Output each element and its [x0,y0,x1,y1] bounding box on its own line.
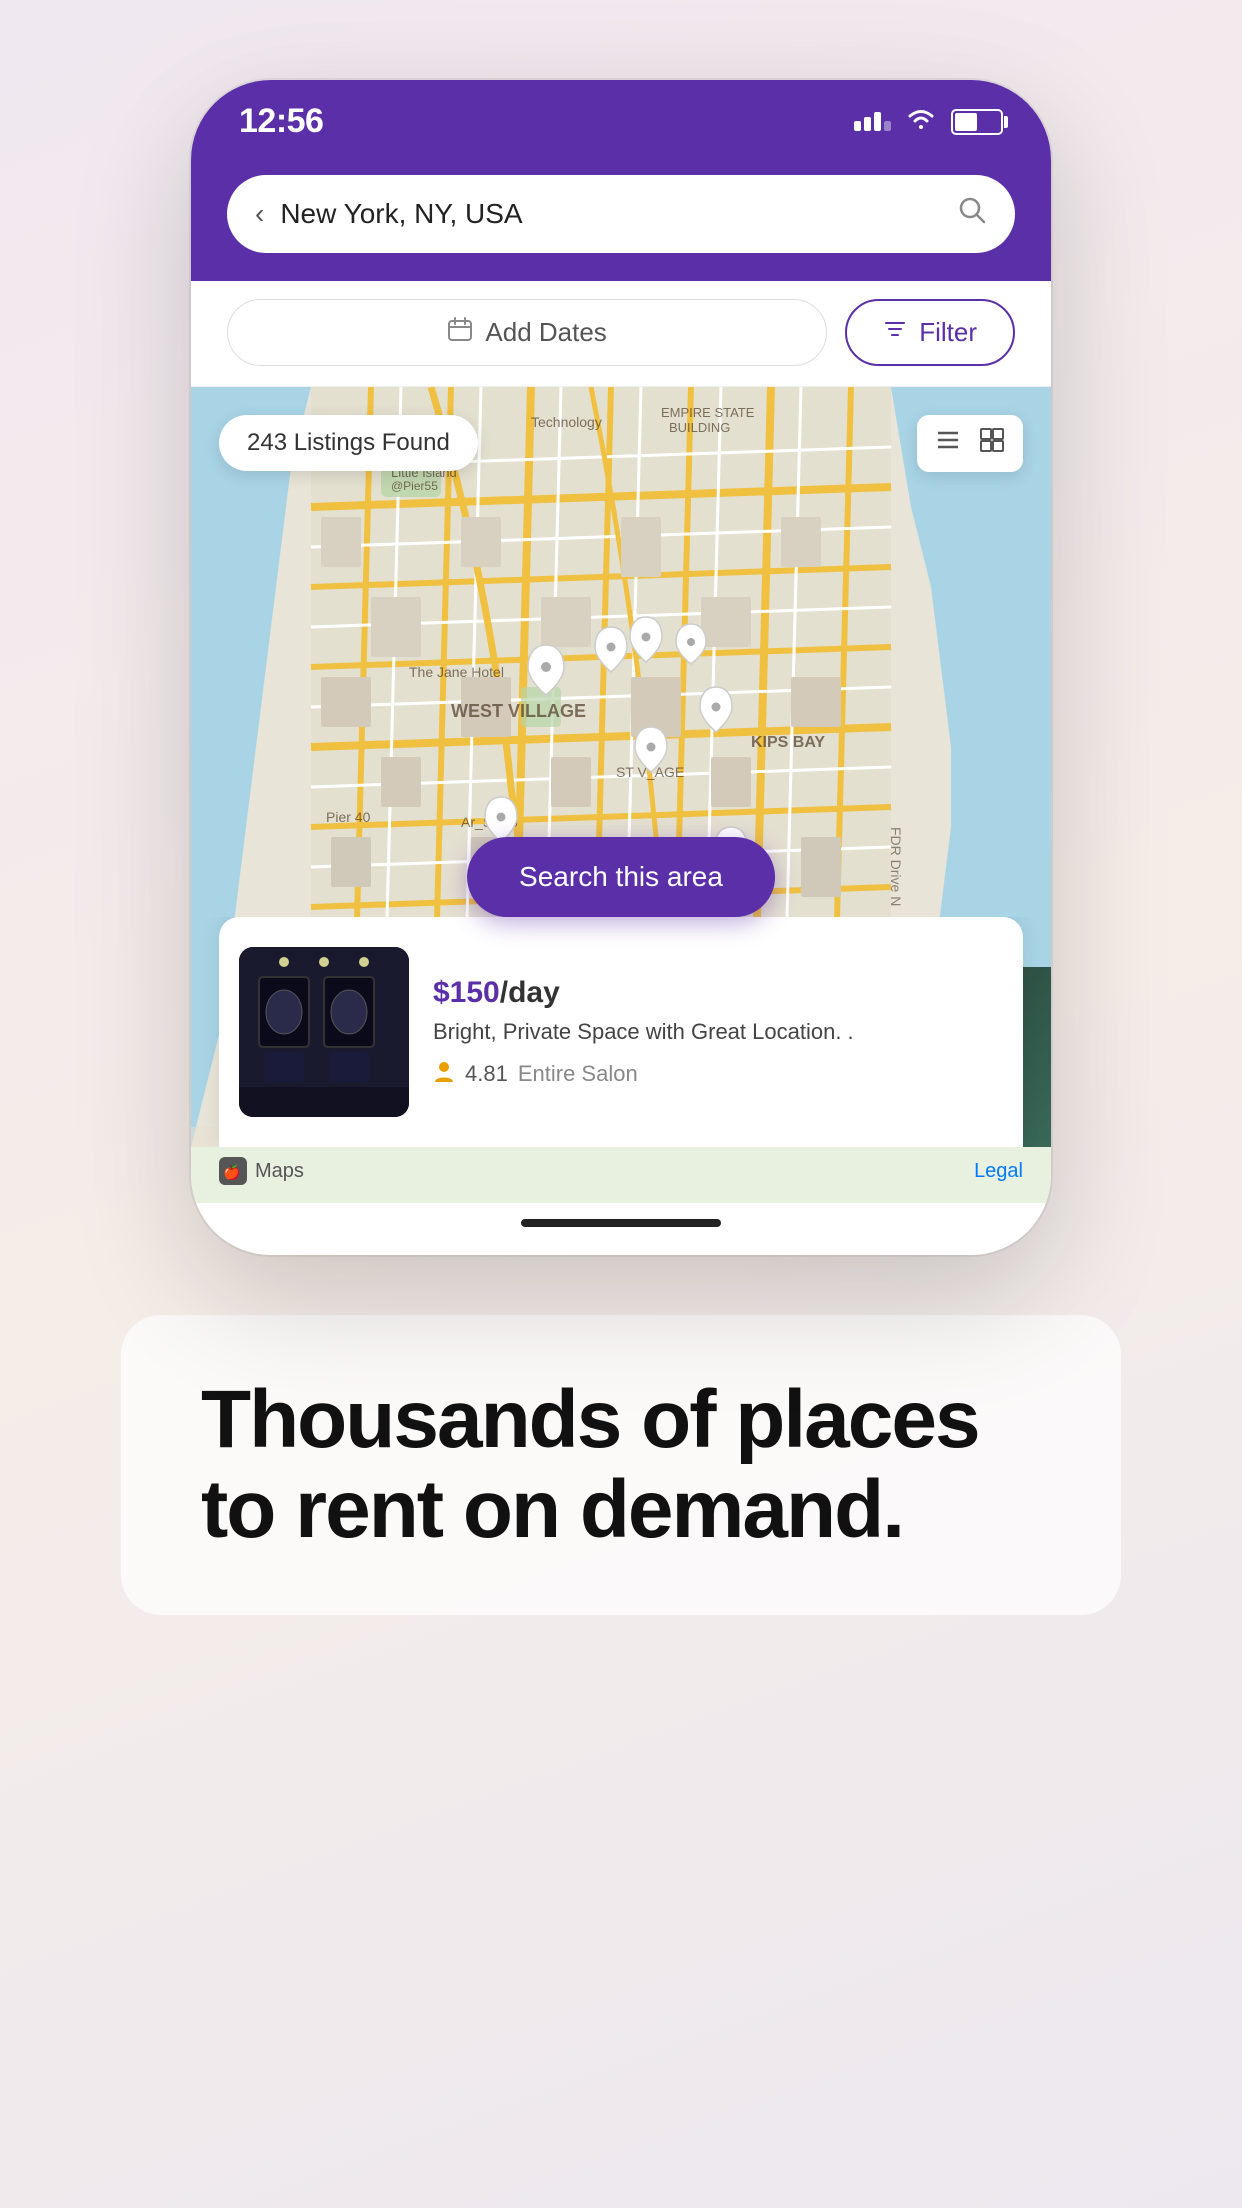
back-button[interactable]: ‹ [255,198,264,230]
svg-text:KIPS BAY: KIPS BAY [751,734,825,751]
legal-link[interactable]: Legal [974,1160,1023,1183]
apple-maps-logo: 🍎 Maps [219,1157,304,1185]
listings-badge: 243 Listings Found [219,415,478,471]
listings-count: 243 Listings Found [247,429,450,457]
search-icon[interactable] [957,195,987,233]
listing-meta: 4.81 Entire Salon [433,1060,1003,1088]
search-bar[interactable]: ‹ New York, NY, USA [227,175,1015,253]
filter-label: Filter [919,317,977,348]
status-icons [854,106,1003,138]
phone-frame: 12:56 ‹ New Yo [191,80,1051,1255]
tagline: Thousands of places to rent on demand. [201,1375,1041,1555]
listing-image [239,947,409,1117]
filter-button[interactable]: Filter [845,299,1015,366]
person-icon [433,1060,455,1088]
add-dates-button[interactable]: Add Dates [227,299,827,366]
maps-footer: 🍎 Maps Legal [191,1147,1051,1203]
svg-text:FDR Drive N: FDR Drive N [888,827,904,906]
svg-text:🍎: 🍎 [223,1163,240,1181]
bottom-text-section: Thousands of places to rent on demand. [121,1315,1121,1615]
filter-icon [883,317,907,348]
listing-card[interactable]: $150/day Bright, Private Space with Grea… [219,917,1023,1147]
listing-type: Entire Salon [518,1061,638,1087]
listing-card-container: $150/day Bright, Private Space with Grea… [191,917,1051,1147]
svg-text:EMPIRE STATE: EMPIRE STATE [661,405,755,420]
rating-value: 4.81 [465,1061,508,1087]
list-view-icon[interactable] [935,427,961,460]
svg-text:The Jane Hotel: The Jane Hotel [409,664,504,680]
grid-view-icon[interactable] [979,427,1005,460]
filter-bar: Add Dates Filter [191,281,1051,387]
calendar-icon [447,316,473,349]
svg-text:Pier 40: Pier 40 [326,809,371,825]
home-bar [521,1219,721,1227]
search-input-value[interactable]: New York, NY, USA [280,198,522,230]
home-indicator [191,1203,1051,1255]
add-dates-label: Add Dates [485,317,606,348]
map-container[interactable]: New York WEST VILLAGE SOHO TRIBECA CHINA… [191,387,1051,1147]
listing-info: $150/day Bright, Private Space with Grea… [433,976,1003,1089]
svg-text:Technology: Technology [531,414,602,430]
status-time: 12:56 [239,102,323,141]
svg-text:WEST VILLAGE: WEST VILLAGE [451,701,586,721]
listing-price: $150/day [433,976,1003,1010]
wifi-icon [905,106,937,138]
status-bar: 12:56 [191,80,1051,159]
svg-text:BUILDING: BUILDING [669,420,730,435]
view-toggle [917,415,1023,472]
battery-icon [951,109,1003,135]
svg-text:@Pier55: @Pier55 [391,479,438,493]
signal-icon [854,112,891,131]
price-period: /day [500,976,560,1009]
listing-title: Bright, Private Space with Great Locatio… [433,1018,1003,1047]
search-section: ‹ New York, NY, USA [191,159,1051,281]
price-amount: $150 [433,976,500,1009]
search-area-button[interactable]: Search this area [467,837,775,917]
